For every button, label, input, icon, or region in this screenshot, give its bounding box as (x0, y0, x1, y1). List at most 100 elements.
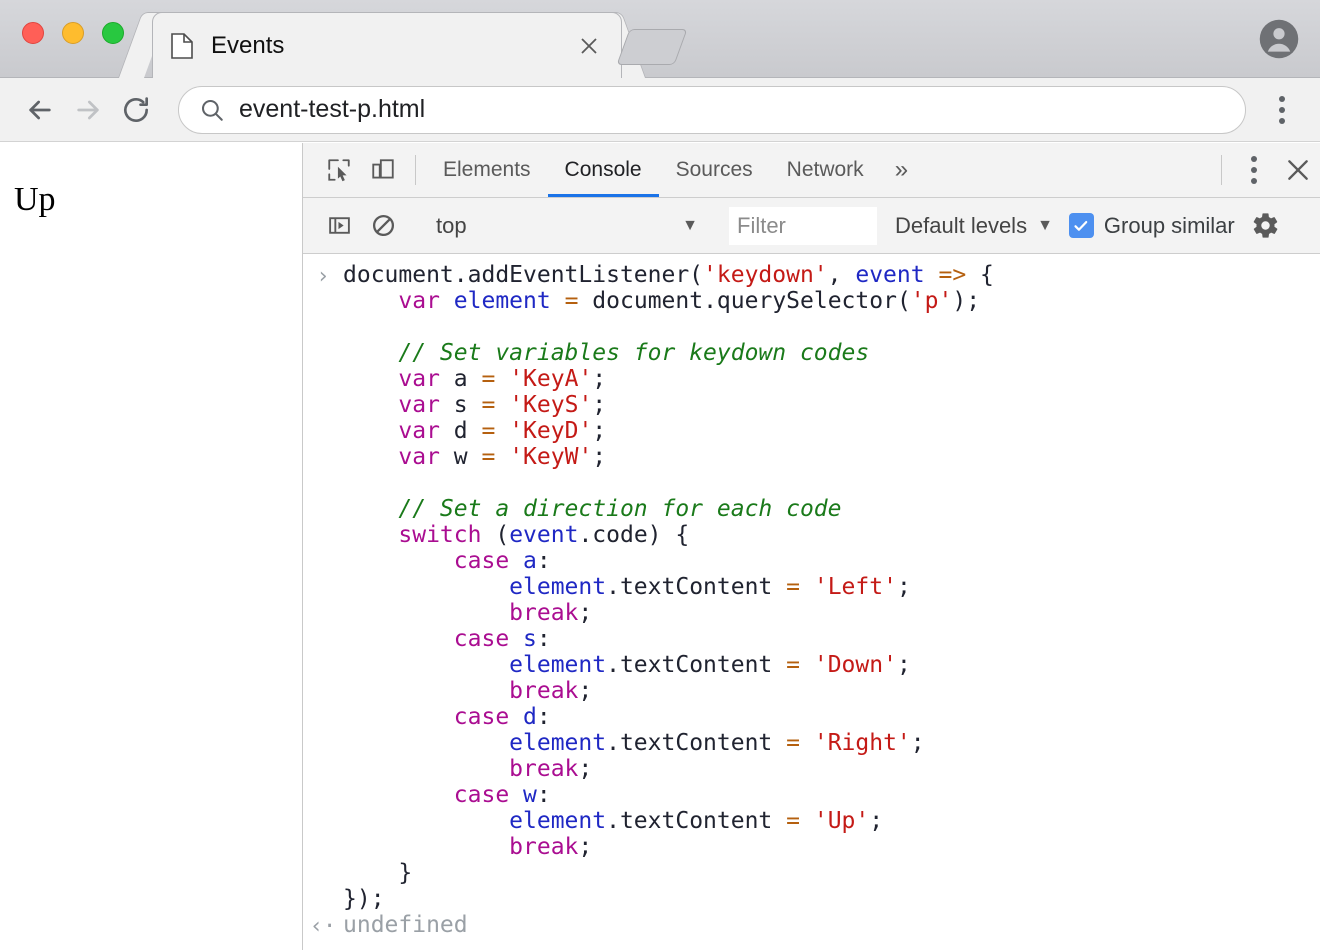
browser-menu-button[interactable] (1260, 86, 1304, 134)
code-token-var: element (509, 730, 606, 756)
tab-label: Sources (676, 158, 753, 182)
code-token-pln: { (966, 262, 994, 288)
search-icon (199, 97, 225, 123)
tab-strip: Events (0, 0, 1320, 78)
code-token-pln (343, 548, 454, 574)
code-token-str: 'keydown' (703, 262, 828, 288)
inspect-element-icon[interactable] (317, 143, 361, 197)
tab-title: Events (211, 32, 575, 60)
address-bar[interactable] (178, 86, 1246, 134)
code-token-pln: document.querySelector( (578, 288, 910, 314)
gear-icon[interactable] (1251, 211, 1280, 240)
code-token-pln: d (440, 418, 482, 444)
console-output[interactable]: › document.addEventListener('keydown', e… (303, 254, 1320, 950)
window-traffic-lights (22, 22, 124, 44)
code-token-kw: case (454, 626, 509, 652)
code-token-kw: switch (398, 522, 481, 548)
tab-elements[interactable]: Elements (426, 143, 548, 197)
close-window-button[interactable] (22, 22, 44, 44)
code-token-pln (343, 782, 454, 808)
console-sidebar-icon[interactable] (317, 213, 361, 238)
code-token-op: = (786, 652, 800, 678)
code-token-op: = (481, 418, 495, 444)
code-token-pln: ; (869, 808, 883, 834)
code-token-pln (343, 730, 509, 756)
code-token-pln: w (440, 444, 482, 470)
kebab-menu-icon (1279, 96, 1285, 124)
execution-context-select[interactable]: top ▼ (426, 213, 698, 239)
tab-sources[interactable]: Sources (659, 143, 770, 197)
clear-console-icon[interactable] (361, 213, 405, 238)
code-token-pln (343, 496, 398, 522)
tab-label: Elements (443, 158, 531, 182)
code-token-str: 'KeyW' (509, 444, 592, 470)
reload-button[interactable] (112, 86, 160, 134)
code-token-pln: .textContent (606, 808, 786, 834)
code-token-pln: a (440, 366, 482, 392)
code-token-pln (343, 626, 454, 652)
close-devtools-button[interactable] (1276, 143, 1320, 197)
kebab-menu-icon (1251, 156, 1257, 184)
browser-tab-events[interactable]: Events (152, 12, 622, 78)
code-token-pln (800, 808, 814, 834)
code-token-com: // Set variables for keydown codes (398, 340, 869, 366)
code-token-pln (343, 418, 398, 444)
code-token-pln: ; (578, 678, 592, 704)
code-token-str: 'Down' (814, 652, 897, 678)
code-token-pln (509, 782, 523, 808)
log-levels-select[interactable]: Default levels ▼ (895, 213, 1053, 239)
tab-network[interactable]: Network (770, 143, 881, 197)
account-circle-icon[interactable] (1256, 16, 1302, 62)
more-tabs-icon[interactable]: » (881, 143, 922, 197)
code-token-pln: : (537, 782, 551, 808)
back-button[interactable] (16, 86, 64, 134)
code-token-var: event (855, 262, 924, 288)
code-token-pln: } (343, 860, 412, 886)
code-token-kw: case (454, 548, 509, 574)
filter-input[interactable] (729, 207, 877, 245)
code-token-pln: ; (578, 756, 592, 782)
code-token-pln: .textContent (606, 730, 786, 756)
code-token-op: => (938, 262, 966, 288)
code-token-pln (925, 262, 939, 288)
code-token-op: = (786, 574, 800, 600)
divider (1221, 155, 1222, 185)
zoom-window-button[interactable] (102, 22, 124, 44)
code-token-str: 'Up' (814, 808, 869, 834)
console-toolbar: top ▼ Default levels ▼ Group similar (303, 198, 1320, 254)
code-token-kw: case (454, 782, 509, 808)
chevron-down-icon: ▼ (682, 217, 698, 235)
code-token-pln: ; (911, 730, 925, 756)
code-token-pln: ; (592, 392, 606, 418)
tab-console[interactable]: Console (548, 143, 659, 197)
code-token-op: = (481, 392, 495, 418)
code-token-pln (495, 418, 509, 444)
code-token-kw: break (509, 834, 578, 860)
code-token-var: element (509, 574, 606, 600)
code-token-pln: : (537, 626, 551, 652)
context-label: top (436, 213, 682, 239)
code-token-kw: var (398, 392, 440, 418)
checkbox-checked-icon[interactable] (1069, 213, 1094, 238)
code-token-pln (343, 808, 509, 834)
group-similar-toggle[interactable]: Group similar (1069, 213, 1235, 239)
code-token-pln (495, 392, 509, 418)
code-token-pln: , (828, 262, 856, 288)
code-token-pln: ; (592, 444, 606, 470)
device-toolbar-icon[interactable] (361, 143, 405, 197)
devtools-menu-button[interactable] (1232, 143, 1276, 197)
tab-label: Network (787, 158, 864, 182)
page-viewport: Up (0, 143, 303, 950)
code-token-pln: : (537, 704, 551, 730)
minimize-window-button[interactable] (62, 22, 84, 44)
code-token-pln (343, 574, 509, 600)
code-token-pln: .textContent (606, 574, 786, 600)
forward-button[interactable] (64, 86, 112, 134)
code-token-kw: break (509, 600, 578, 626)
devtools-panel: Elements Console Sources Network » (303, 143, 1320, 950)
close-icon[interactable] (575, 32, 603, 60)
input-prompt-icon: › (303, 262, 343, 290)
code-token-var: s (523, 626, 537, 652)
url-input[interactable] (239, 88, 1225, 132)
new-tab-button[interactable] (616, 29, 687, 65)
